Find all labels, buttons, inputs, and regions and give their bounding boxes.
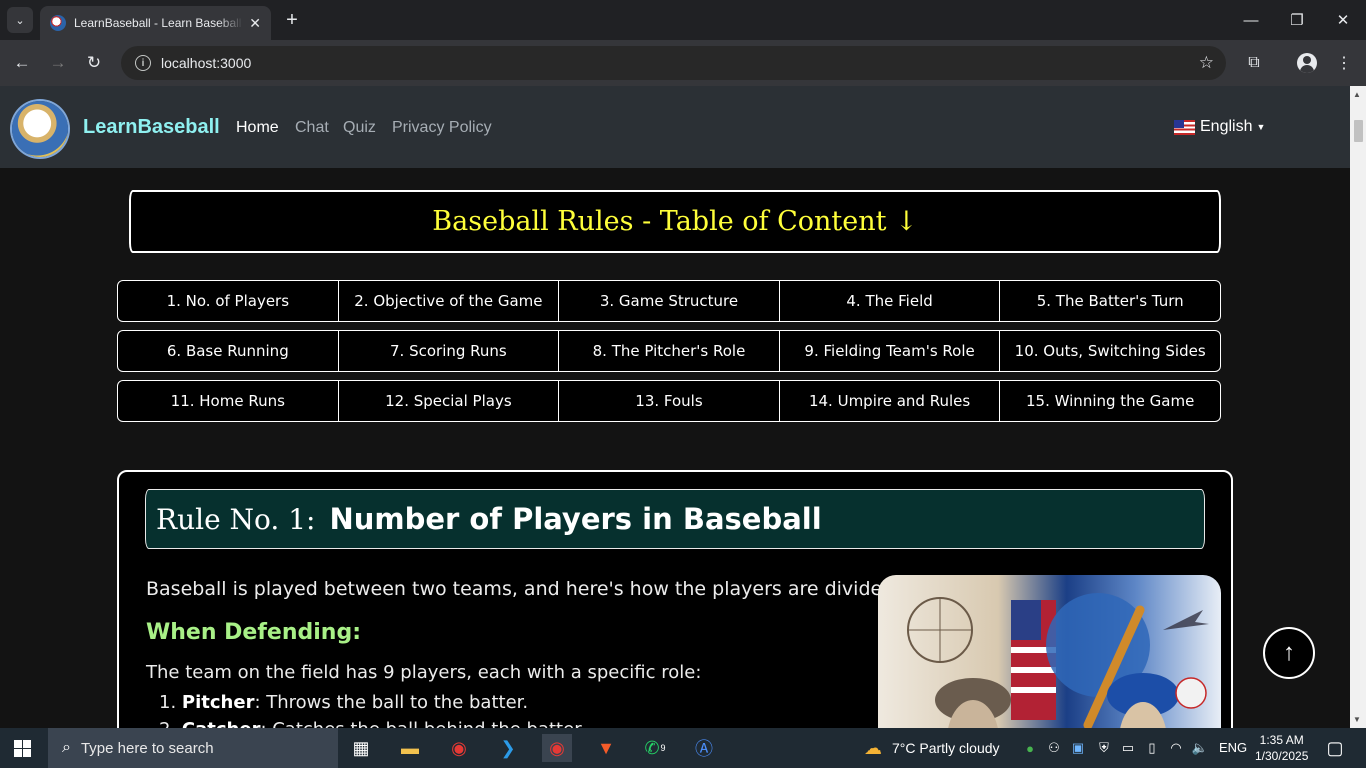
profile-avatar-icon[interactable] <box>1293 49 1321 77</box>
toc-link[interactable]: 10. Outs, Switching Sides <box>1000 331 1220 371</box>
task-view-icon[interactable]: ▦ <box>346 734 376 762</box>
nav-chat[interactable]: Chat <box>295 119 329 137</box>
tab-favicon-icon <box>50 15 66 31</box>
tab-list-chevron-icon[interactable]: ⌄ <box>7 7 33 33</box>
us-flag-icon <box>1174 119 1195 135</box>
tray-network-icon[interactable]: ⚇ <box>1044 734 1064 762</box>
forward-arrow-icon[interactable]: → <box>44 49 72 77</box>
toc-link[interactable]: 3. Game Structure <box>559 281 780 321</box>
tray-app-icon[interactable]: ● <box>1020 734 1040 762</box>
file-explorer-icon[interactable]: ▬ <box>395 734 425 762</box>
browser-toolbar: ← → ↻ i localhost:3000 ☆ ⧉ ⋮ <box>0 40 1366 86</box>
site-logo[interactable] <box>12 101 68 157</box>
restore-icon[interactable]: ❐ <box>1274 0 1320 40</box>
close-window-icon[interactable]: ✕ <box>1320 0 1366 40</box>
brand-name[interactable]: LearnBaseball <box>83 116 220 139</box>
browser-tab[interactable]: LearnBaseball - Learn Baseball Rules ✕ <box>40 6 271 40</box>
nav-quiz[interactable]: Quiz <box>343 119 376 137</box>
baseball-players-illustration <box>878 575 1221 728</box>
url-text: localhost:3000 <box>161 55 252 71</box>
whatsapp-icon[interactable]: ✆ 9 <box>640 734 670 762</box>
tab-close-icon[interactable]: ✕ <box>249 15 261 32</box>
rule-card: Rule No. 1: Number of Players in Basebal… <box>117 470 1233 728</box>
nav-privacy-policy[interactable]: Privacy Policy <box>392 119 492 137</box>
rule-title: Number of Players in Baseball <box>329 502 822 536</box>
input-language[interactable]: ENG <box>1219 740 1247 755</box>
taskbar-search[interactable]: ⌕ Type here to search <box>48 728 338 768</box>
caret-down-icon: ▼ <box>1256 122 1266 132</box>
role-list-item: 1. Pitcher: Throws the ball to the batte… <box>159 692 529 713</box>
new-tab-plus-icon[interactable]: + <box>280 8 304 32</box>
system-clock[interactable]: 1:35 AM 1/30/2025 <box>1255 732 1308 764</box>
role-list-item: 2. Catcher: Catches the ball behind the … <box>159 719 586 728</box>
address-bar[interactable]: i localhost:3000 ☆ <box>121 46 1226 80</box>
toc-link[interactable]: 7. Scoring Runs <box>339 331 560 371</box>
page-viewport: LearnBaseball Home Chat Quiz Privacy Pol… <box>0 86 1350 728</box>
language-selector[interactable]: English ▼ <box>1174 118 1265 136</box>
site-info-icon[interactable]: i <box>135 55 151 71</box>
toc-link[interactable]: 9. Fielding Team's Role <box>780 331 1001 371</box>
chrome-active-icon[interactable]: ◉ <box>542 734 572 762</box>
brave-icon[interactable]: ▼ <box>591 734 621 762</box>
scroll-to-top-button[interactable]: ↑ <box>1263 627 1315 679</box>
menu-kebab-icon[interactable]: ⋮ <box>1330 49 1358 77</box>
scroll-down-arrow-icon[interactable]: ▼ <box>1353 715 1361 724</box>
vscode-icon[interactable]: ❯ <box>493 734 523 762</box>
scroll-thumb[interactable] <box>1354 120 1363 142</box>
site-navbar: LearnBaseball Home Chat Quiz Privacy Pol… <box>0 86 1350 168</box>
clock-time: 1:35 AM <box>1259 733 1304 747</box>
toc-link[interactable]: 1. No. of Players <box>118 281 339 321</box>
page-scrollbar[interactable]: ▲ ▼ <box>1350 86 1366 728</box>
windows-taskbar: ⌕ Type here to search ▦ ▬ ◉ ❯ ◉ ▼ ✆ 9 Ⓐ ☁… <box>0 728 1366 768</box>
notifications-icon[interactable]: ▢ <box>1320 734 1350 762</box>
back-arrow-icon[interactable]: ← <box>8 49 36 77</box>
whatsapp-badge: 9 <box>660 743 666 753</box>
toc-link[interactable]: 5. The Batter's Turn <box>1000 281 1220 321</box>
tray-camera-icon[interactable]: ▭ <box>1118 734 1138 762</box>
rule-intro: Baseball is played between two teams, an… <box>146 578 901 600</box>
app-a-icon[interactable]: Ⓐ <box>689 734 719 762</box>
toc-row: 1. No. of Players 2. Objective of the Ga… <box>117 280 1221 322</box>
toc-link[interactable]: 4. The Field <box>780 281 1001 321</box>
toc-link[interactable]: 13. Fouls <box>559 381 780 421</box>
weather-icon[interactable]: ☁ <box>858 734 888 762</box>
browser-tabbar: ⌄ LearnBaseball - Learn Baseball Rules ✕… <box>0 0 1366 40</box>
volume-icon[interactable]: 🔈 <box>1190 734 1210 762</box>
language-label: English <box>1200 118 1253 135</box>
bookmark-star-icon[interactable]: ☆ <box>1199 53 1214 73</box>
windows-start-icon[interactable] <box>14 740 31 757</box>
toc-link[interactable]: 8. The Pitcher's Role <box>559 331 780 371</box>
toc-link[interactable]: 11. Home Runs <box>118 381 339 421</box>
search-placeholder: Type here to search <box>80 739 214 757</box>
search-icon: ⌕ <box>62 739 71 756</box>
rule-number-label: Rule No. 1: <box>156 502 316 536</box>
toc-title: Baseball Rules - Table of Content ↓ <box>432 206 918 237</box>
clock-date: 1/30/2025 <box>1255 749 1309 763</box>
toc-link[interactable]: 12. Special Plays <box>339 381 560 421</box>
scroll-up-arrow-icon[interactable]: ▲ <box>1353 90 1361 99</box>
toc-row: 6. Base Running 7. Scoring Runs 8. The P… <box>117 330 1221 372</box>
nav-home[interactable]: Home <box>236 119 279 137</box>
team-text: The team on the field has 9 players, eac… <box>146 662 702 683</box>
toc-row: 11. Home Runs 12. Special Plays 13. Foul… <box>117 380 1221 422</box>
toc-link[interactable]: 14. Umpire and Rules <box>780 381 1001 421</box>
arrow-up-icon: ↑ <box>1283 639 1295 666</box>
rule-header: Rule No. 1: Number of Players in Basebal… <box>145 489 1205 549</box>
chrome-icon[interactable]: ◉ <box>444 734 474 762</box>
toc-title-box: Baseball Rules - Table of Content ↓ <box>129 190 1221 253</box>
wifi-icon[interactable]: ◠ <box>1166 734 1186 762</box>
weather-text[interactable]: 7°C Partly cloudy <box>892 740 1000 756</box>
tab-title: LearnBaseball - Learn Baseball Rules <box>74 16 243 30</box>
minimize-icon[interactable]: — <box>1228 0 1274 40</box>
tray-battery-icon[interactable]: ▯ <box>1142 734 1162 762</box>
toc-link[interactable]: 6. Base Running <box>118 331 339 371</box>
tray-shield-icon[interactable]: ⛨ <box>1094 734 1114 762</box>
toc-link[interactable]: 2. Objective of the Game <box>339 281 560 321</box>
rule-subheading: When Defending: <box>146 620 362 645</box>
extensions-puzzle-icon[interactable]: ⧉ <box>1240 49 1268 77</box>
toc-link[interactable]: 15. Winning the Game <box>1000 381 1220 421</box>
reload-icon[interactable]: ↻ <box>80 49 108 77</box>
tray-screen-icon[interactable]: ▣ <box>1068 734 1088 762</box>
